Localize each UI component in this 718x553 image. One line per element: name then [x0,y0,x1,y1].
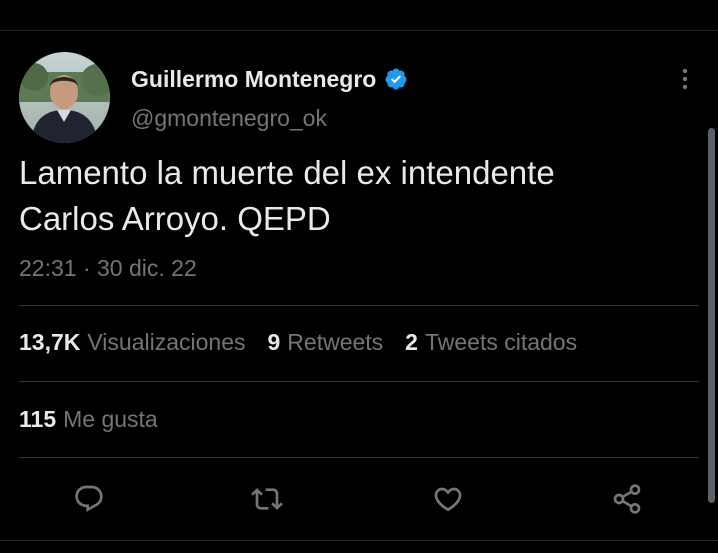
quotes-stat[interactable]: 2 Tweets citados [405,329,577,356]
views-count: 13,7K [19,329,81,355]
retweets-count: 9 [267,329,281,355]
views-label: Visualizaciones [87,329,246,355]
quotes-count: 2 [405,329,418,355]
like-button[interactable] [430,481,466,517]
retweets-stat[interactable]: 9 Retweets [268,329,384,356]
likes-stat[interactable]: 115 Me gusta [19,406,158,433]
retweet-button[interactable] [249,481,285,517]
likes-count: 115 [19,406,57,432]
retweet-icon [251,488,283,510]
tweet-timestamp[interactable]: 22:31 · 30 dic. 22 [19,255,197,282]
avatar-image [19,52,110,143]
verified-badge-icon [384,67,408,91]
divider [19,381,699,382]
divider [19,305,699,306]
share-button[interactable] [609,481,645,517]
more-options-icon[interactable] [675,66,695,92]
scrollbar[interactable] [708,128,715,503]
engagement-stats: 13,7K Visualizaciones 9 Retweets 2 Tweets c… [19,329,577,356]
retweets-label: Retweets [287,329,384,355]
views-stat[interactable]: 13,7K Visualizaciones [19,329,246,356]
divider [19,457,699,458]
reply-button[interactable] [71,481,107,517]
bottom-divider [0,540,718,541]
quotes-label: Tweets citados [424,329,578,355]
top-divider [0,30,718,31]
share-icon [613,484,641,514]
likes-label: Me gusta [63,406,158,432]
tweet-text: Lamento la muerte del ex intendente Carl… [19,154,555,237]
reply-icon [75,485,103,512]
like-icon [434,487,462,512]
author-row: Guillermo Montenegro [131,64,408,94]
author-name[interactable]: Guillermo Montenegro [131,66,376,93]
avatar[interactable] [19,52,110,143]
author-handle[interactable]: @gmontenegro_ok [131,105,327,132]
